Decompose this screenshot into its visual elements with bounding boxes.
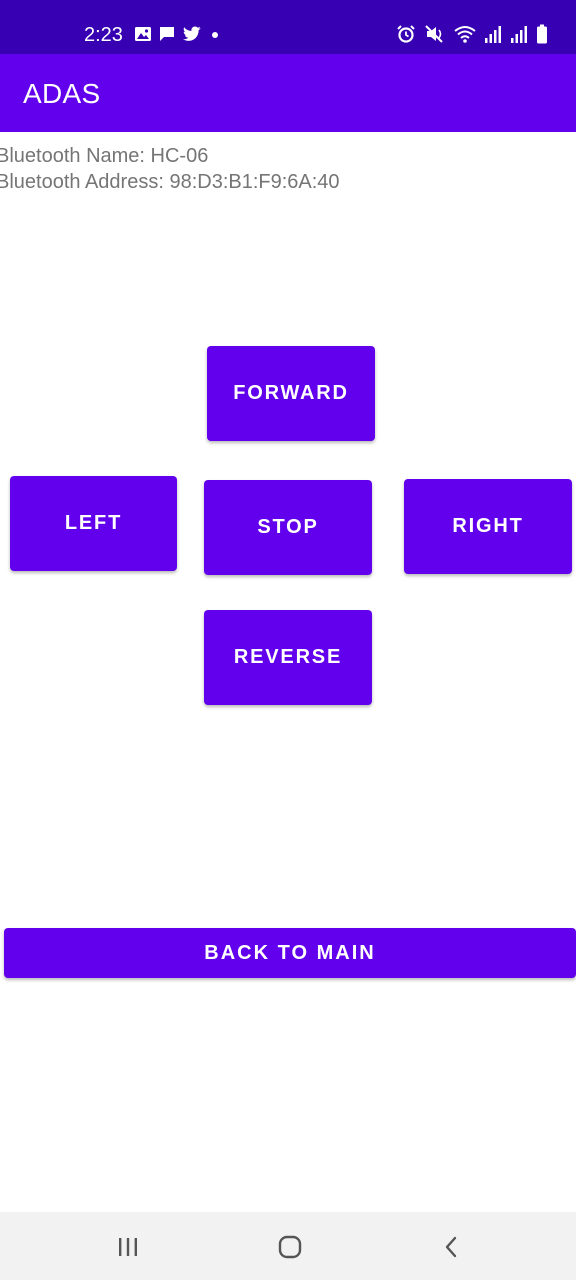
navigation-bar — [0, 1212, 576, 1280]
image-icon — [135, 27, 151, 41]
home-icon — [278, 1235, 302, 1259]
back-icon — [445, 1236, 457, 1258]
signal-icon — [485, 26, 501, 43]
back-to-main-button[interactable]: BACK TO MAIN — [4, 928, 576, 978]
wifi-icon — [454, 26, 476, 43]
stop-button[interactable]: STOP — [204, 480, 372, 575]
twitter-icon — [183, 26, 201, 41]
app-title: ADAS — [23, 78, 101, 109]
left-button[interactable]: LEFT — [10, 476, 177, 571]
battery-icon — [537, 24, 547, 44]
recents-button[interactable] — [108, 1232, 148, 1262]
recents-icon — [119, 1238, 137, 1256]
status-bar: 2:23 — [0, 0, 576, 54]
status-right-icons — [396, 24, 548, 44]
screen: 2:23 ADAS Bluetooth Name: HC-06 Bluetoot… — [0, 0, 576, 1280]
mute-icon — [425, 25, 443, 43]
alarm-icon — [397, 25, 415, 43]
message-icon — [160, 27, 174, 41]
right-button[interactable]: RIGHT — [404, 479, 572, 574]
bluetooth-address-text: Bluetooth Address: 98:D3:B1:F9:6A:40 — [0, 171, 340, 193]
dot-icon — [212, 32, 218, 38]
app-bar: ADAS — [0, 54, 576, 132]
bluetooth-name-text: Bluetooth Name: HC-06 — [0, 145, 209, 167]
status-left-icons — [134, 25, 222, 43]
back-button[interactable] — [432, 1232, 472, 1262]
reverse-button[interactable]: REVERSE — [204, 610, 372, 705]
status-time: 2:23 — [84, 24, 123, 46]
home-button[interactable] — [270, 1232, 310, 1262]
signal-icon-2 — [511, 26, 527, 43]
forward-button[interactable]: FORWARD — [207, 346, 375, 441]
